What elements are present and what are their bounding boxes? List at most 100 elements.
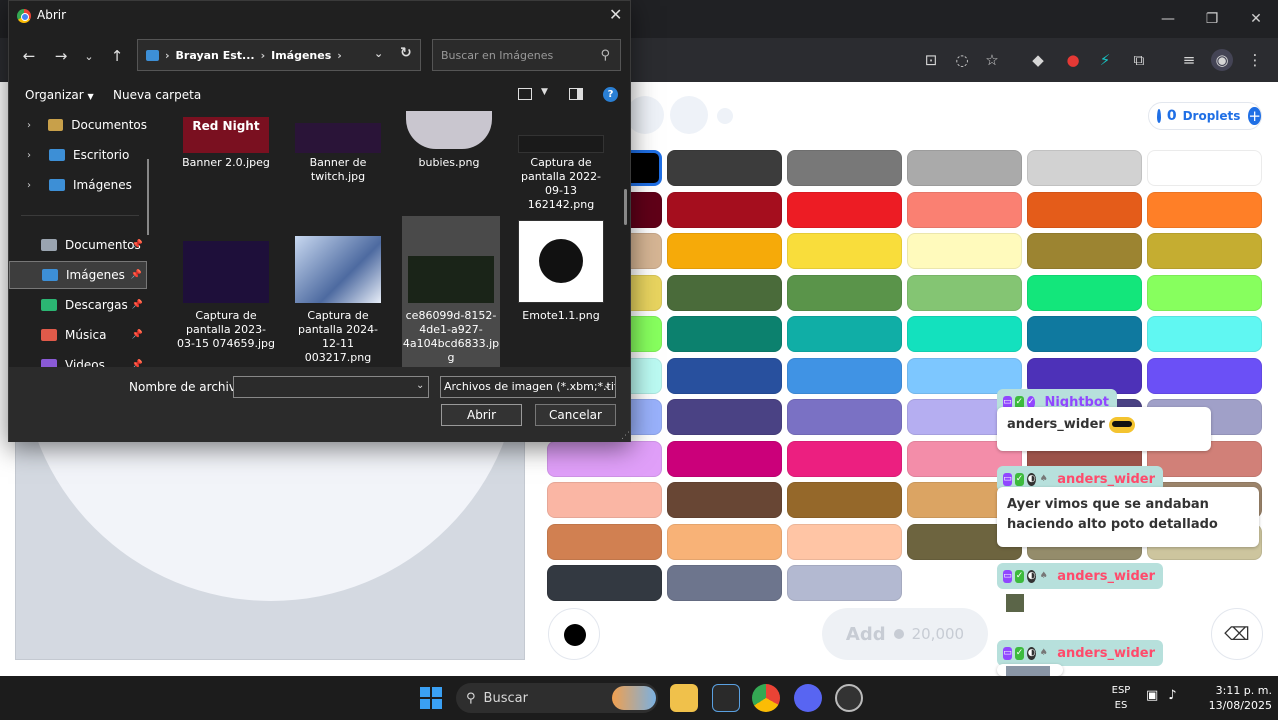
color-swatch[interactable] bbox=[1147, 358, 1262, 394]
organize-menu[interactable]: Organizar ▼ bbox=[25, 88, 94, 102]
recent-chevron-icon[interactable]: ⌄ bbox=[79, 46, 99, 66]
nav-item[interactable]: › Imágenes bbox=[9, 171, 147, 199]
chevron-right-icon[interactable]: › bbox=[27, 120, 40, 131]
profile-avatar-icon[interactable]: ◉ bbox=[1211, 49, 1233, 71]
color-swatch[interactable] bbox=[667, 482, 782, 518]
selected-color-indicator[interactable] bbox=[548, 608, 600, 660]
add-color-button[interactable]: Add 20,000 bbox=[822, 608, 988, 660]
color-swatch[interactable] bbox=[667, 399, 782, 435]
color-swatch[interactable] bbox=[1027, 316, 1142, 352]
open-button[interactable]: Abrir bbox=[441, 404, 522, 426]
color-swatch[interactable] bbox=[1147, 275, 1262, 311]
color-swatch[interactable] bbox=[787, 150, 902, 186]
cancel-button[interactable]: Cancelar bbox=[535, 404, 616, 426]
add-droplets-button[interactable]: + bbox=[1248, 107, 1261, 125]
minimize-icon[interactable]: — bbox=[1146, 0, 1190, 38]
color-swatch[interactable] bbox=[547, 565, 662, 601]
file-item[interactable]: Captura de pantalla 2022-09-13 162142.pn… bbox=[512, 111, 610, 211]
eraser-button[interactable]: ⌫ bbox=[1211, 608, 1263, 660]
bookmark-star-icon[interactable]: ☆ bbox=[981, 49, 1003, 71]
taskbar-search[interactable]: ⚲ Buscar bbox=[456, 683, 658, 713]
eye-off-icon[interactable]: ◌ bbox=[951, 49, 973, 71]
color-swatch[interactable] bbox=[667, 524, 782, 560]
color-swatch[interactable] bbox=[667, 150, 782, 186]
chevron-down-icon[interactable]: ⌄ bbox=[416, 380, 424, 391]
app-clock-icon[interactable] bbox=[835, 684, 863, 712]
refresh-icon[interactable]: ↻ bbox=[400, 45, 412, 61]
file-explorer-icon[interactable] bbox=[670, 684, 698, 712]
color-swatch[interactable] bbox=[787, 275, 902, 311]
nav-item[interactable]: Documentos 📌 bbox=[9, 231, 147, 259]
color-swatch[interactable] bbox=[1027, 192, 1142, 228]
color-swatch[interactable] bbox=[787, 316, 902, 352]
color-swatch[interactable] bbox=[787, 192, 902, 228]
resize-grip-icon[interactable]: ⋰ bbox=[621, 431, 630, 441]
color-swatch[interactable] bbox=[787, 524, 902, 560]
extensions-puzzle-icon[interactable]: ⧉ bbox=[1128, 49, 1150, 71]
color-swatch[interactable] bbox=[1027, 233, 1142, 269]
color-swatch[interactable] bbox=[547, 482, 662, 518]
color-swatch[interactable] bbox=[667, 565, 782, 601]
color-swatch[interactable] bbox=[787, 358, 902, 394]
address-bar[interactable]: › Brayan Est... › Imágenes › ⌄ ↻ bbox=[137, 39, 421, 71]
chevron-right-icon[interactable]: › bbox=[27, 180, 41, 191]
color-swatch[interactable] bbox=[1027, 275, 1142, 311]
file-item[interactable]: Banner de twitch.jpg bbox=[289, 111, 387, 211]
color-swatch[interactable] bbox=[1147, 150, 1262, 186]
color-swatch[interactable] bbox=[787, 482, 902, 518]
file-list-scrollbar[interactable] bbox=[624, 189, 627, 225]
color-swatch[interactable] bbox=[1027, 150, 1142, 186]
color-swatch[interactable] bbox=[667, 192, 782, 228]
color-swatch[interactable] bbox=[547, 441, 662, 477]
nav-item[interactable]: Descargas 📌 bbox=[9, 291, 147, 319]
preview-pane-icon[interactable] bbox=[569, 88, 583, 100]
color-swatch[interactable] bbox=[547, 524, 662, 560]
caret-down-icon[interactable]: ▼ bbox=[541, 87, 548, 97]
app-chart-icon[interactable] bbox=[712, 684, 740, 712]
filename-input[interactable] bbox=[233, 376, 429, 398]
language-indicator[interactable]: ESP ES bbox=[1106, 683, 1136, 713]
forward-arrow-icon[interactable]: → bbox=[51, 46, 71, 66]
folder-search-input[interactable]: Buscar en Imágenes ⚲ bbox=[432, 39, 621, 71]
extension-bolt-icon[interactable]: ⚡ bbox=[1094, 49, 1116, 71]
breadcrumb-user[interactable]: Brayan Est... bbox=[176, 49, 255, 62]
color-swatch[interactable] bbox=[1147, 316, 1262, 352]
new-folder-button[interactable]: Nueva carpeta bbox=[113, 88, 201, 102]
back-arrow-icon[interactable]: ← bbox=[19, 46, 39, 66]
color-swatch[interactable] bbox=[907, 192, 1022, 228]
color-swatch[interactable] bbox=[667, 358, 782, 394]
color-swatch[interactable] bbox=[907, 150, 1022, 186]
file-item[interactable]: Captura de pantalla 2023-03-15 074659.jp… bbox=[177, 216, 275, 367]
color-swatch[interactable] bbox=[907, 275, 1022, 311]
nav-item[interactable]: Música 📌 bbox=[9, 321, 147, 349]
file-item-hovered[interactable]: ce86099d-8152-4de1-a927-4a104bcd6833.jpg bbox=[402, 216, 500, 367]
install-app-icon[interactable]: ⊡ bbox=[920, 49, 942, 71]
color-swatch[interactable] bbox=[787, 441, 902, 477]
media-control-icon[interactable]: ≡ bbox=[1178, 49, 1200, 71]
nav-item[interactable]: › Documentos bbox=[9, 111, 147, 139]
color-swatch[interactable] bbox=[787, 565, 902, 601]
up-arrow-icon[interactable]: ↑ bbox=[107, 46, 127, 66]
chevron-right-icon[interactable]: › bbox=[27, 150, 41, 161]
network-icon[interactable]: ▣ bbox=[1146, 688, 1158, 703]
nav-item[interactable]: › Escritorio bbox=[9, 141, 147, 169]
color-swatch[interactable] bbox=[907, 316, 1022, 352]
color-swatch[interactable] bbox=[667, 275, 782, 311]
color-swatch[interactable] bbox=[1147, 192, 1262, 228]
system-clock[interactable]: 3:11 p. m. 13/08/2025 bbox=[1190, 683, 1272, 713]
restore-icon[interactable]: ❐ bbox=[1190, 0, 1234, 38]
nav-item[interactable]: Imágenes 📌 bbox=[9, 261, 147, 289]
view-options-icon[interactable] bbox=[518, 88, 532, 100]
close-window-icon[interactable]: ✕ bbox=[1234, 0, 1278, 38]
chrome-taskbar-icon[interactable] bbox=[752, 684, 780, 712]
breadcrumb-pictures[interactable]: Imágenes bbox=[271, 49, 331, 62]
volume-icon[interactable]: ♪ bbox=[1168, 688, 1176, 703]
file-item[interactable]: Emote1.1.png bbox=[512, 216, 610, 367]
file-item[interactable]: Red Night Banner 2.0.jpeg bbox=[177, 111, 275, 211]
nav-scrollbar[interactable] bbox=[147, 159, 149, 235]
help-icon[interactable]: ? bbox=[603, 87, 618, 102]
chevron-down-icon[interactable]: ⌄ bbox=[374, 47, 383, 60]
filetype-select[interactable]: Archivos de imagen (*.xbm;*.tif bbox=[440, 376, 616, 398]
file-item[interactable]: Captura de pantalla 2024-12-11 003217.pn… bbox=[289, 216, 387, 367]
close-icon[interactable]: ✕ bbox=[609, 5, 622, 24]
